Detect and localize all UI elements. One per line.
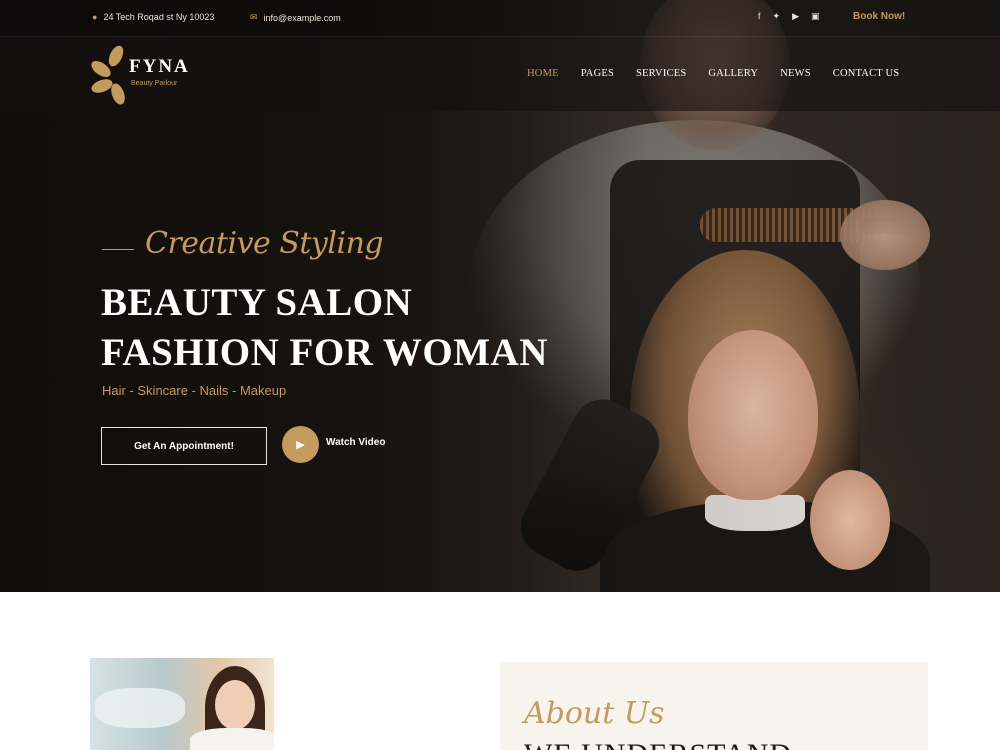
get-appointment-button[interactable]: Get An Appointment! (101, 427, 267, 465)
instagram-icon[interactable]: ▣ (811, 11, 820, 22)
about-image-face (215, 680, 255, 730)
hero-title-line1: BEAUTY SALON (101, 281, 413, 324)
play-icon: ▶ (296, 439, 305, 451)
main-nav: FYNA Beauty Parlour HOME PAGES SERVICES … (0, 37, 1000, 111)
top-email[interactable]: ✉ info@example.com (250, 12, 341, 23)
nav-item-services[interactable]: SERVICES (636, 68, 686, 79)
top-address: ● 24 Tech Roqad st Ny 10023 (92, 12, 214, 22)
about-image-wash-basin (95, 688, 185, 728)
social-links: f ✦ ▶ ▣ (758, 11, 820, 22)
map-pin-icon: ● (92, 12, 98, 22)
brand-tagline: Beauty Parlour (131, 80, 178, 87)
nav-item-home[interactable]: HOME (527, 68, 559, 79)
book-now-link[interactable]: Book Now! (853, 11, 905, 22)
hero-section: ● 24 Tech Roqad st Ny 10023 ✉ info@examp… (0, 0, 1000, 592)
about-script-title: About Us (524, 696, 665, 731)
nav-item-gallery[interactable]: GALLERY (708, 68, 758, 79)
nav-item-pages[interactable]: PAGES (581, 68, 614, 79)
twitter-icon[interactable]: ✦ (773, 11, 781, 22)
nav-item-news[interactable]: NEWS (780, 68, 811, 79)
play-video-button[interactable]: ▶ (282, 426, 319, 463)
youtube-icon[interactable]: ▶ (792, 11, 799, 22)
about-image-shirt (190, 728, 274, 750)
about-image (90, 658, 274, 750)
about-panel: About Us WE UNDERSTAND (500, 662, 928, 750)
brand-name[interactable]: FYNA (129, 56, 190, 78)
address-text: 24 Tech Roqad st Ny 10023 (103, 12, 215, 22)
hero-accent-line (102, 249, 134, 250)
hero-title-line2: FASHION FOR WOMAN (101, 331, 548, 374)
top-bar: ● 24 Tech Roqad st Ny 10023 ✉ info@examp… (0, 0, 1000, 37)
logo-leaf-icon[interactable] (90, 42, 128, 108)
nav-item-contact[interactable]: CONTACT US (833, 68, 900, 79)
about-heading: WE UNDERSTAND (524, 738, 792, 750)
nav-links: HOME PAGES SERVICES GALLERY NEWS CONTACT… (527, 68, 921, 79)
envelope-icon: ✉ (250, 12, 258, 22)
email-text[interactable]: info@example.com (264, 13, 341, 23)
watch-video-link[interactable]: Watch Video (326, 437, 385, 448)
hero-subtitle-script: Creative Styling (145, 226, 384, 261)
facebook-icon[interactable]: f (758, 11, 761, 22)
hero-services-list: Hair - Skincare - Nails - Makeup (102, 383, 287, 398)
